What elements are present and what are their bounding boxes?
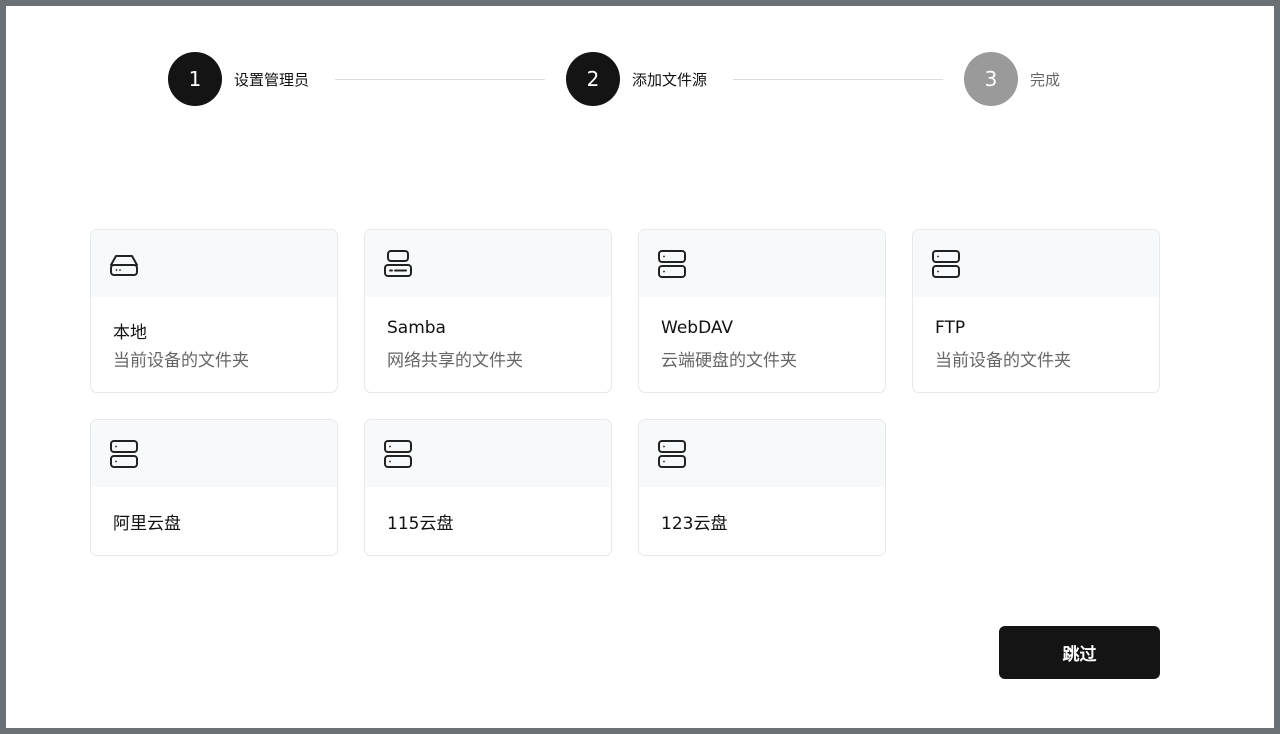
server-icon [658, 250, 686, 278]
server-icon [932, 250, 960, 278]
card-title: 阿里云盘 [113, 514, 181, 534]
step-3-number: 3 [964, 52, 1018, 106]
source-card-115[interactable]: 115云盘 [364, 419, 612, 556]
stepper: 1 设置管理员 2 添加文件源 3 完成 [168, 52, 1088, 106]
step-1-number: 1 [168, 52, 222, 106]
source-card-ftp[interactable]: FTP 当前设备的文件夹 [912, 229, 1160, 393]
server-icon [658, 440, 686, 468]
source-card-aliyun[interactable]: 阿里云盘 [90, 419, 338, 556]
card-title: 本地 [113, 323, 147, 343]
card-header [913, 230, 1159, 297]
card-header [639, 230, 885, 297]
server-icon [384, 440, 412, 468]
card-header [91, 230, 337, 297]
card-header [639, 420, 885, 487]
server-icon [384, 250, 412, 277]
card-title: 123云盘 [661, 514, 728, 534]
setup-wizard-window: 1 设置管理员 2 添加文件源 3 完成 本地 当前设备的文件夹 Samba 网… [6, 6, 1274, 728]
step-1-label: 设置管理员 [234, 70, 310, 89]
server-icon [110, 440, 138, 468]
card-header [365, 230, 611, 297]
skip-button[interactable]: 跳过 [999, 626, 1160, 679]
step-2-label: 添加文件源 [632, 70, 708, 89]
step-2-number: 2 [566, 52, 620, 106]
step-connector-1 [335, 79, 545, 80]
step-connector-2 [733, 79, 943, 80]
source-card-local[interactable]: 本地 当前设备的文件夹 [90, 229, 338, 393]
source-card-grid: 本地 当前设备的文件夹 Samba 网络共享的文件夹 WebDAV 云端硬盘的文… [90, 229, 1162, 559]
card-title: Samba [387, 318, 446, 338]
source-card-webdav[interactable]: WebDAV 云端硬盘的文件夹 [638, 229, 886, 393]
source-card-123[interactable]: 123云盘 [638, 419, 886, 556]
card-subtitle: 当前设备的文件夹 [113, 351, 249, 371]
step-1: 1 设置管理员 [168, 52, 309, 106]
source-card-samba[interactable]: Samba 网络共享的文件夹 [364, 229, 612, 393]
step-2: 2 添加文件源 [566, 52, 707, 106]
card-header [365, 420, 611, 487]
step-3: 3 完成 [964, 52, 1060, 106]
card-title: FTP [935, 318, 966, 338]
card-subtitle: 云端硬盘的文件夹 [661, 351, 797, 371]
hard-drive-icon [110, 255, 138, 276]
step-3-label: 完成 [1030, 70, 1061, 89]
card-header [91, 420, 337, 487]
card-subtitle: 当前设备的文件夹 [935, 351, 1071, 371]
card-subtitle: 网络共享的文件夹 [387, 351, 523, 371]
card-title: 115云盘 [387, 514, 454, 534]
card-title: WebDAV [661, 318, 734, 338]
